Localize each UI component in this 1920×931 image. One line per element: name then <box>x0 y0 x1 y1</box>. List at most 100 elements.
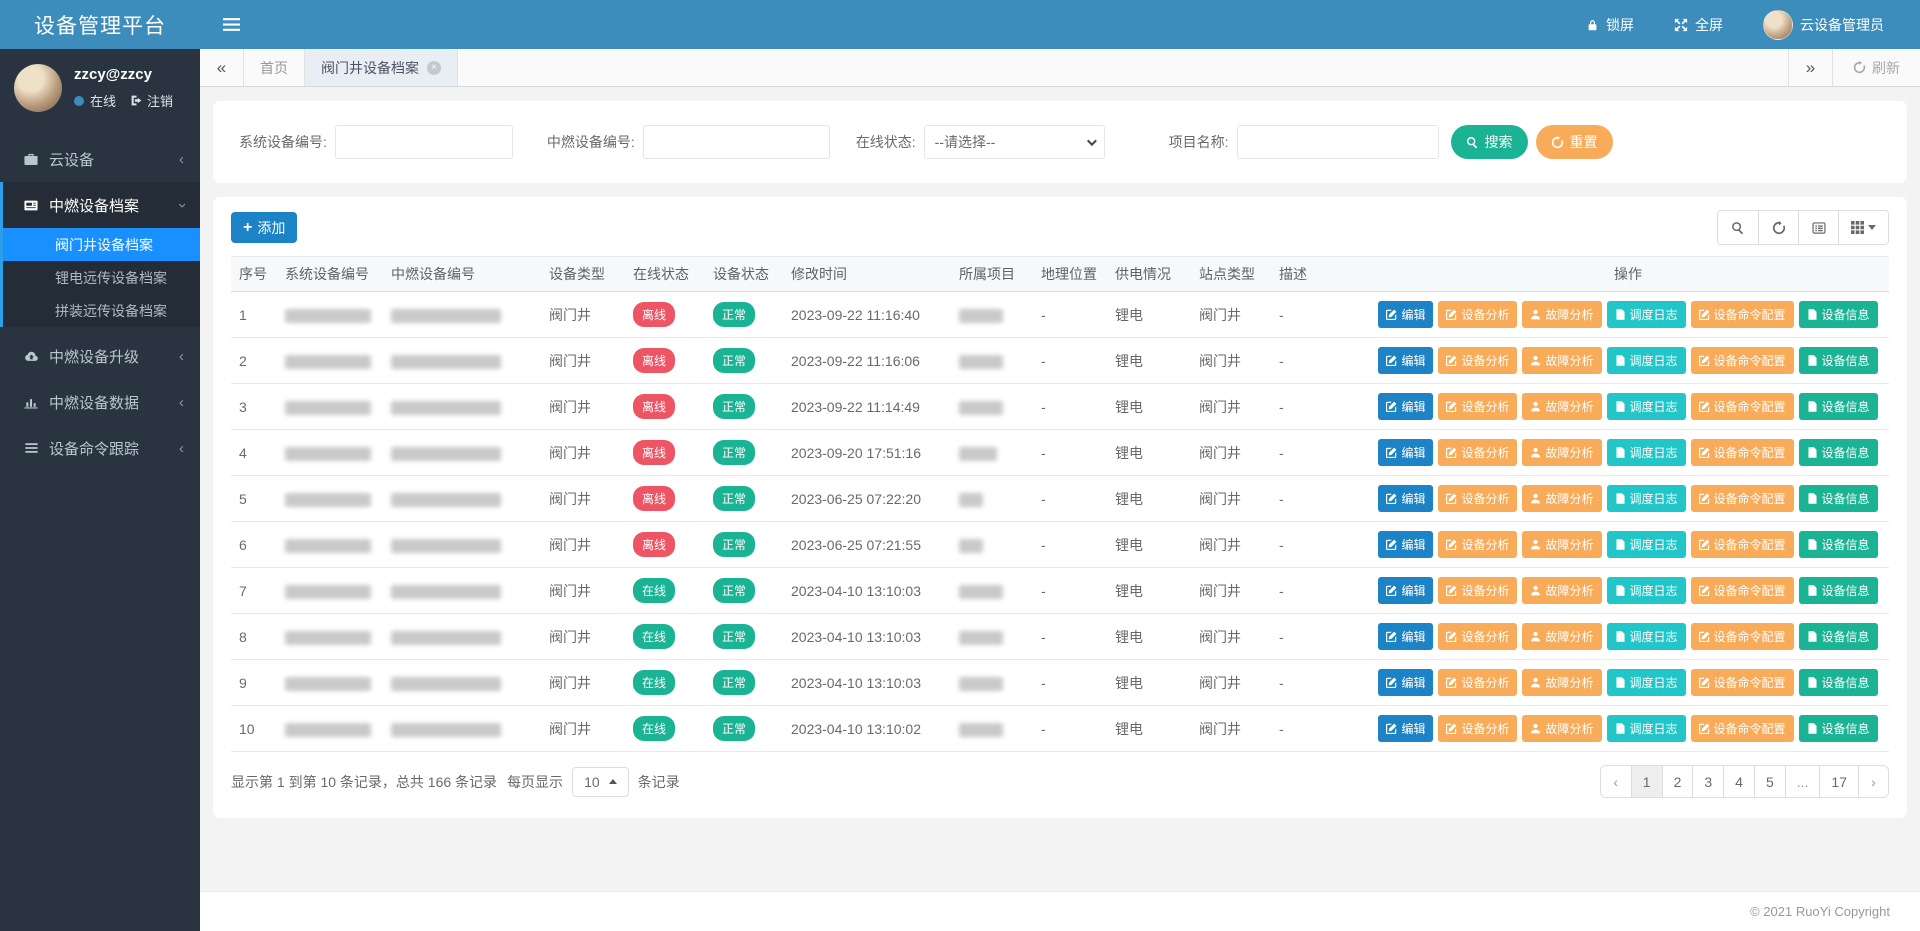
sidebar-item-device-data[interactable]: 中燃设备数据 ‹ <box>0 379 200 425</box>
tabs-scroll-right-button[interactable]: » <box>1788 49 1832 86</box>
device-analysis-button[interactable]: 设备分析 <box>1438 439 1517 466</box>
edit-button[interactable]: 编辑 <box>1378 669 1433 696</box>
dispatch-log-button[interactable]: 调度日志 <box>1607 485 1686 512</box>
per-page-select[interactable]: 10 <box>572 767 629 797</box>
device-info-button[interactable]: 设备信息 <box>1799 439 1878 466</box>
reset-button[interactable]: 重置 <box>1536 125 1613 159</box>
device-command-config-button[interactable]: 设备命令配置 <box>1691 347 1794 374</box>
device-info-button[interactable]: 设备信息 <box>1799 669 1878 696</box>
project-name-input[interactable] <box>1237 125 1439 159</box>
device-command-config-button[interactable]: 设备命令配置 <box>1691 393 1794 420</box>
sidebar-item-device-archive[interactable]: 中燃设备档案 ‹ <box>3 182 200 228</box>
dispatch-log-button[interactable]: 调度日志 <box>1607 439 1686 466</box>
device-command-config-button[interactable]: 设备命令配置 <box>1691 669 1794 696</box>
dispatch-log-button[interactable]: 调度日志 <box>1607 577 1686 604</box>
device-command-config-button[interactable]: 设备命令配置 <box>1691 531 1794 558</box>
edit-button[interactable]: 编辑 <box>1378 301 1433 328</box>
edit-button[interactable]: 编辑 <box>1378 577 1433 604</box>
device-info-button[interactable]: 设备信息 <box>1799 301 1878 328</box>
dispatch-log-button[interactable]: 调度日志 <box>1607 715 1686 742</box>
fault-analysis-button[interactable]: 故障分析 <box>1522 485 1601 512</box>
edit-button[interactable]: 编辑 <box>1378 715 1433 742</box>
system-device-code-input[interactable] <box>335 125 513 159</box>
page-1-button[interactable]: 1 <box>1631 766 1662 797</box>
device-info-button[interactable]: 设备信息 <box>1799 531 1878 558</box>
fault-analysis-button[interactable]: 故障分析 <box>1522 347 1601 374</box>
device-analysis-button[interactable]: 设备分析 <box>1438 623 1517 650</box>
close-icon[interactable]: × <box>427 61 441 75</box>
user-menu[interactable]: 云设备管理员 <box>1763 10 1884 40</box>
device-analysis-button[interactable]: 设备分析 <box>1438 301 1517 328</box>
sidebar-item-cloud-device[interactable]: 云设备 ‹ <box>0 136 200 182</box>
device-info-button[interactable]: 设备信息 <box>1799 485 1878 512</box>
table-refresh-button[interactable] <box>1758 211 1798 244</box>
table-search-button[interactable] <box>1718 211 1758 244</box>
device-info-button[interactable]: 设备信息 <box>1799 715 1878 742</box>
device-info-button[interactable]: 设备信息 <box>1799 577 1878 604</box>
edit-button[interactable]: 编辑 <box>1378 531 1433 558</box>
sidebar-item-device-upgrade[interactable]: 中燃设备升级 ‹ <box>0 333 200 379</box>
sidebar-item-assembled-remote-archive[interactable]: 拼装远传设备档案 <box>3 294 200 327</box>
page-3-button[interactable]: 3 <box>1692 766 1723 797</box>
fault-analysis-button[interactable]: 故障分析 <box>1522 393 1601 420</box>
device-command-config-button[interactable]: 设备命令配置 <box>1691 439 1794 466</box>
sidebar-item-device-command-trace[interactable]: 设备命令跟踪 ‹ <box>0 425 200 471</box>
sidebar-item-lithium-remote-archive[interactable]: 锂电远传设备档案 <box>3 261 200 294</box>
device-info-button[interactable]: 设备信息 <box>1799 393 1878 420</box>
edit-button[interactable]: 编辑 <box>1378 439 1433 466</box>
table-columns-button[interactable] <box>1838 211 1888 244</box>
device-command-config-button[interactable]: 设备命令配置 <box>1691 301 1794 328</box>
add-button[interactable]: + 添加 <box>231 212 297 243</box>
device-command-config-button[interactable]: 设备命令配置 <box>1691 485 1794 512</box>
logout-button[interactable]: 注销 <box>130 91 173 110</box>
table-detail-view-button[interactable] <box>1798 211 1838 244</box>
device-analysis-button[interactable]: 设备分析 <box>1438 347 1517 374</box>
fault-analysis-button[interactable]: 故障分析 <box>1522 439 1601 466</box>
dispatch-log-button[interactable]: 调度日志 <box>1607 623 1686 650</box>
fault-analysis-button[interactable]: 故障分析 <box>1522 715 1601 742</box>
page-4-button[interactable]: 4 <box>1723 766 1754 797</box>
tab-home[interactable]: 首页 <box>244 49 305 86</box>
device-analysis-button[interactable]: 设备分析 <box>1438 485 1517 512</box>
page-prev-button[interactable]: ‹ <box>1601 766 1631 797</box>
page-5-button[interactable]: 5 <box>1754 766 1785 797</box>
device-command-config-button[interactable]: 设备命令配置 <box>1691 577 1794 604</box>
dispatch-log-button[interactable]: 调度日志 <box>1607 347 1686 374</box>
device-info-button[interactable]: 设备信息 <box>1799 347 1878 374</box>
device-analysis-button[interactable]: 设备分析 <box>1438 715 1517 742</box>
fault-analysis-button[interactable]: 故障分析 <box>1522 301 1601 328</box>
fault-analysis-button[interactable]: 故障分析 <box>1522 577 1601 604</box>
online-status-select[interactable]: --请选择-- <box>924 125 1105 159</box>
dispatch-log-button[interactable]: 调度日志 <box>1607 393 1686 420</box>
edit-button[interactable]: 编辑 <box>1378 393 1433 420</box>
device-analysis-button[interactable]: 设备分析 <box>1438 577 1517 604</box>
edit-button[interactable]: 编辑 <box>1378 623 1433 650</box>
fault-analysis-button[interactable]: 故障分析 <box>1522 623 1601 650</box>
page-2-button[interactable]: 2 <box>1662 766 1693 797</box>
device-analysis-button[interactable]: 设备分析 <box>1438 669 1517 696</box>
device-info-button[interactable]: 设备信息 <box>1799 623 1878 650</box>
device-command-config-button[interactable]: 设备命令配置 <box>1691 623 1794 650</box>
fault-analysis-button[interactable]: 故障分析 <box>1522 531 1601 558</box>
dispatch-log-button[interactable]: 调度日志 <box>1607 301 1686 328</box>
sidebar-toggle-button[interactable] <box>200 0 262 49</box>
lock-screen-button[interactable]: 锁屏 <box>1586 15 1634 35</box>
page-17-button[interactable]: 17 <box>1819 766 1858 797</box>
edit-button[interactable]: 编辑 <box>1378 485 1433 512</box>
sidebar-item-valve-well-archive[interactable]: 阀门井设备档案 <box>3 228 200 261</box>
tabs-scroll-left-button[interactable]: « <box>200 49 244 86</box>
edit-button[interactable]: 编辑 <box>1378 347 1433 374</box>
page-next-button[interactable]: › <box>1858 766 1888 797</box>
fullscreen-button[interactable]: 全屏 <box>1674 15 1723 35</box>
device-command-config-button[interactable]: 设备命令配置 <box>1691 715 1794 742</box>
dispatch-log-button[interactable]: 调度日志 <box>1607 531 1686 558</box>
device-analysis-button[interactable]: 设备分析 <box>1438 531 1517 558</box>
fault-analysis-button[interactable]: 故障分析 <box>1522 669 1601 696</box>
tab-refresh-button[interactable]: 刷新 <box>1832 49 1920 86</box>
tab-valve-well-archive[interactable]: 阀门井设备档案 × <box>305 49 458 86</box>
zr-device-code-input[interactable] <box>643 125 830 159</box>
column-header: 供电情况 <box>1107 257 1191 292</box>
device-analysis-button[interactable]: 设备分析 <box>1438 393 1517 420</box>
search-button[interactable]: 搜索 <box>1451 125 1528 159</box>
dispatch-log-button[interactable]: 调度日志 <box>1607 669 1686 696</box>
